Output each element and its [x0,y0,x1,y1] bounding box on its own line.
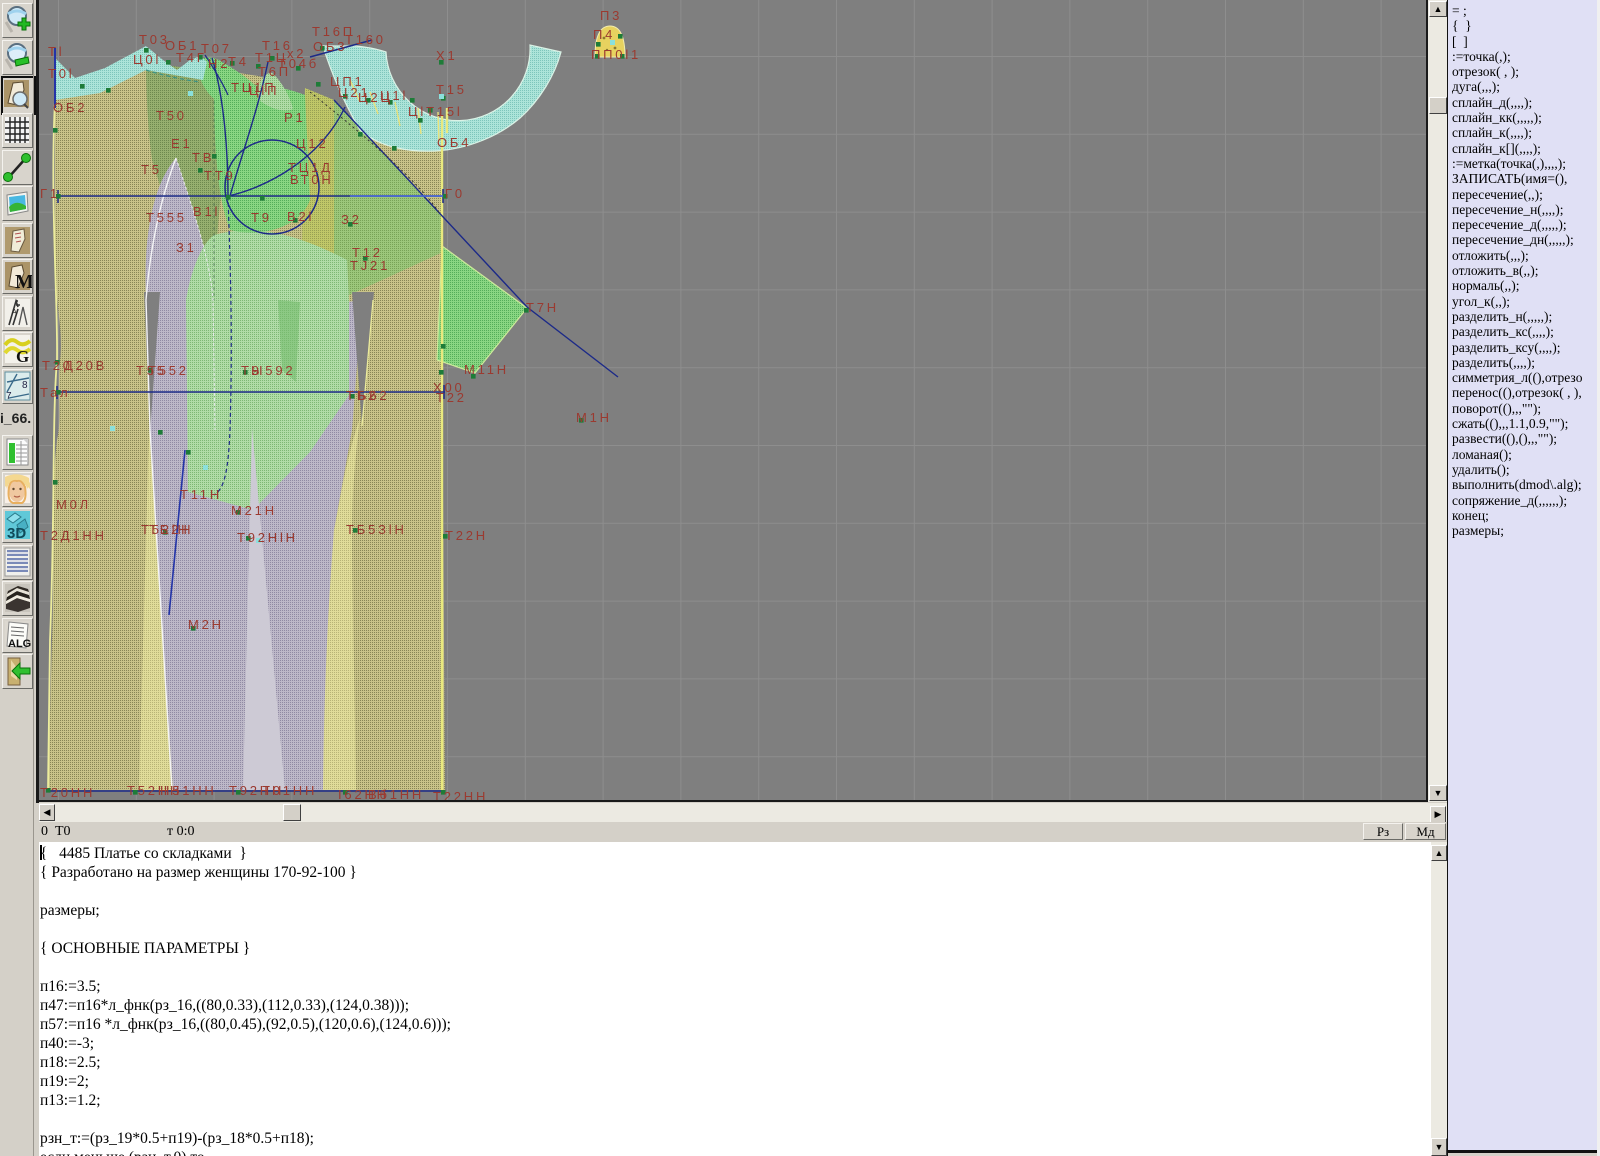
svg-text:Т4Г: Т4Г [176,50,207,65]
svg-text:Ь62: Ь62 [358,388,389,403]
svg-text:М0Л: М0Л [56,497,91,512]
svg-text:Т555: Т555 [146,210,187,225]
svg-text:Т0l: Т0l [48,66,74,81]
svg-text:ОБ4: ОБ4 [437,135,471,150]
svg-text:Ц1l: Ц1l [380,88,408,103]
svg-text:Т20НН: Т20НН [40,785,95,800]
svg-text:Ы592: Ы592 [251,363,295,378]
svg-text:Ц12: Ц12 [296,136,328,151]
svg-text:Т01НН: Т01НН [262,783,317,798]
svg-text:Т22: Т22 [436,390,467,405]
svg-text:Т7Н: Т7Н [526,300,559,315]
svg-text:М1Н: М1Н [576,410,612,425]
svg-text:Тал: Тал [40,385,71,400]
svg-text:ТТ9: ТТ9 [204,168,236,183]
svg-text:Г0: Г0 [445,186,465,201]
svg-text:ВТ0Н: ВТ0Н [290,172,334,187]
svg-text:ТJ21: ТJ21 [350,258,390,273]
svg-text:Г1: Г1 [40,186,60,201]
svg-text:Тl: Тl [48,44,64,59]
svg-text:ОБ3: ОБ3 [313,39,347,54]
svg-text:8: 8 [22,380,28,391]
svg-text:M: M [15,271,32,293]
svg-text:Х1: Х1 [436,48,458,63]
svg-text:З2: З2 [341,212,362,227]
svg-text:Т6П: Т6П [258,64,291,79]
svg-text:ОБ2: ОБ2 [53,100,87,115]
svg-text:М11Н: М11Н [464,362,509,377]
svg-text:П4: П4 [593,27,615,42]
svg-text:В2l: В2l [287,209,314,224]
svg-text:П3: П3 [600,8,622,23]
svg-text:Ц0l: Ц0l [133,52,161,67]
svg-text:ПП0l1: ПП0l1 [591,47,641,62]
svg-text:G: G [16,347,29,366]
svg-text:Н2: Н2 [208,56,230,71]
svg-text:М21Н: М21Н [231,503,277,518]
svg-text:Т9: Т9 [251,210,272,225]
svg-text:Т2Д1НН: Т2Д1НН [40,528,107,543]
svg-text:ТБ2Н: ТБ2Н [149,522,193,537]
svg-text:М2Н: М2Н [188,617,224,632]
svg-text:З1: З1 [176,240,197,255]
svg-text:ЦlП: ЦlП [249,83,279,98]
svg-text:Т22Н: Т22Н [445,528,488,543]
svg-text:Т15: Т15 [436,82,467,97]
svg-text:Т552: Т552 [148,363,189,378]
svg-text:Т50: Т50 [156,108,187,123]
svg-text:Т11Н: Т11Н [180,487,222,502]
svg-text:Д20В: Д20В [64,358,107,373]
svg-text:3D: 3D [7,525,26,542]
svg-text:ТВ: ТВ [192,150,214,165]
svg-text:ALG: ALG [8,638,31,650]
svg-text:Е1: Е1 [171,136,193,151]
svg-text:Т5: Т5 [141,162,162,177]
svg-text:В1l: В1l [193,204,220,219]
svg-text:Т92НlН: Т92НlН [237,530,298,545]
svg-text:Т4: Т4 [228,54,249,69]
svg-text:ТБ5ЗlН: ТБ5ЗlН [346,522,407,537]
svg-text:Н51НН: Н51НН [160,783,217,798]
svg-text:ЦlТ15l: ЦlТ15l [408,104,463,119]
svg-text:A: A [12,309,17,316]
svg-text:Р1: Р1 [284,110,306,125]
svg-text:7: 7 [6,391,12,402]
svg-text:Т160: Т160 [345,32,386,47]
